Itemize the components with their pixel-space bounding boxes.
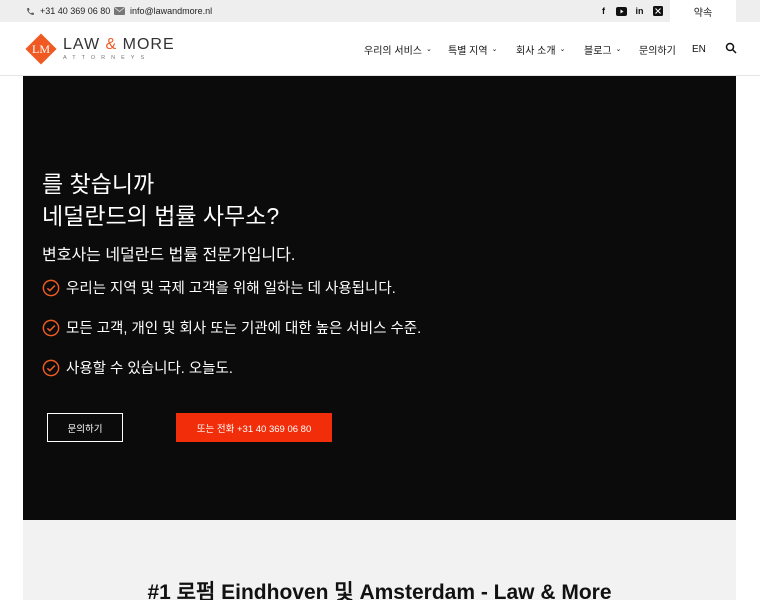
check-circle-icon — [42, 319, 60, 336]
hero-title: 를 찾습니까 네덜란드의 법률 사무소? — [42, 171, 280, 229]
youtube-icon[interactable] — [616, 6, 627, 17]
section-title: #1 로펌 Eindhoven 및 Amsterdam - Law & More — [147, 581, 612, 600]
logo-tagline: ATTORNEYS — [63, 55, 151, 61]
intro-section: #1 로펌 Eindhoven 및 Amsterdam - Law & More — [23, 520, 736, 600]
logo-name: LAW & MORE — [63, 36, 175, 53]
search-icon[interactable] — [725, 42, 737, 54]
nav-item-contact[interactable]: 문의하기 — [639, 22, 676, 76]
phone-link[interactable]: +31 40 369 06 80 — [26, 0, 110, 22]
hero-section: 를 찾습니까 네덜란드의 법률 사무소? 변호사는 네덜란드 법률 전문가입니다… — [23, 76, 736, 520]
email-address: info@lawandmore.nl — [130, 6, 213, 16]
nav-item-blog[interactable]: 블로그 ⌄ — [584, 22, 621, 76]
chevron-down-icon: ⌄ — [491, 46, 498, 53]
chevron-down-icon: ⌄ — [425, 46, 432, 53]
check-circle-icon — [42, 279, 60, 296]
facebook-icon[interactable]: f — [598, 6, 609, 17]
chevron-down-icon: ⌄ — [559, 46, 566, 53]
phone-icon — [27, 7, 34, 15]
email-link[interactable]: info@lawandmore.nl — [114, 0, 212, 22]
nav-item-services[interactable]: 우리의 서비스 ⌄ — [364, 22, 432, 76]
site-logo[interactable]: LM LAW & MORE ATTORNEYS — [25, 31, 175, 67]
mail-icon — [114, 7, 125, 15]
nav-item-about[interactable]: 회사 소개 ⌄ — [516, 22, 565, 76]
hero-subtitle: 변호사는 네덜란드 법률 전문가입니다. — [42, 247, 296, 264]
nav-item-special-areas[interactable]: 특별 지역 ⌄ — [448, 22, 497, 76]
social-links: f in — [598, 0, 663, 22]
language-switch[interactable]: EN — [692, 22, 706, 76]
phone-number: +31 40 369 06 80 — [40, 6, 111, 16]
check-circle-icon — [42, 359, 60, 376]
appointment-button[interactable]: 약속 — [670, 0, 736, 22]
list-item: 우리는 지역 및 국제 고객을 위해 일하는 데 사용됩니다. — [42, 277, 396, 298]
list-item: 모든 고객, 개인 및 회사 또는 기관에 대한 높은 서비스 수준. — [42, 317, 421, 338]
chevron-down-icon: ⌄ — [615, 46, 622, 53]
contact-button[interactable]: 문의하기 — [47, 413, 123, 442]
x-icon[interactable] — [652, 6, 663, 17]
top-bar: +31 40 369 06 80 info@lawandmore.nl f in… — [0, 0, 760, 22]
site-header: LM LAW & MORE ATTORNEYS 우리의 서비스 ⌄ 특별 지역 ⌄ … — [0, 22, 760, 76]
list-item: 사용할 수 있습니다. 오늘도. — [42, 357, 233, 378]
call-button[interactable]: 또는 전화 +31 40 369 06 80 — [176, 413, 332, 442]
linkedin-icon[interactable]: in — [634, 6, 645, 17]
logo-mark: LM — [25, 33, 57, 65]
